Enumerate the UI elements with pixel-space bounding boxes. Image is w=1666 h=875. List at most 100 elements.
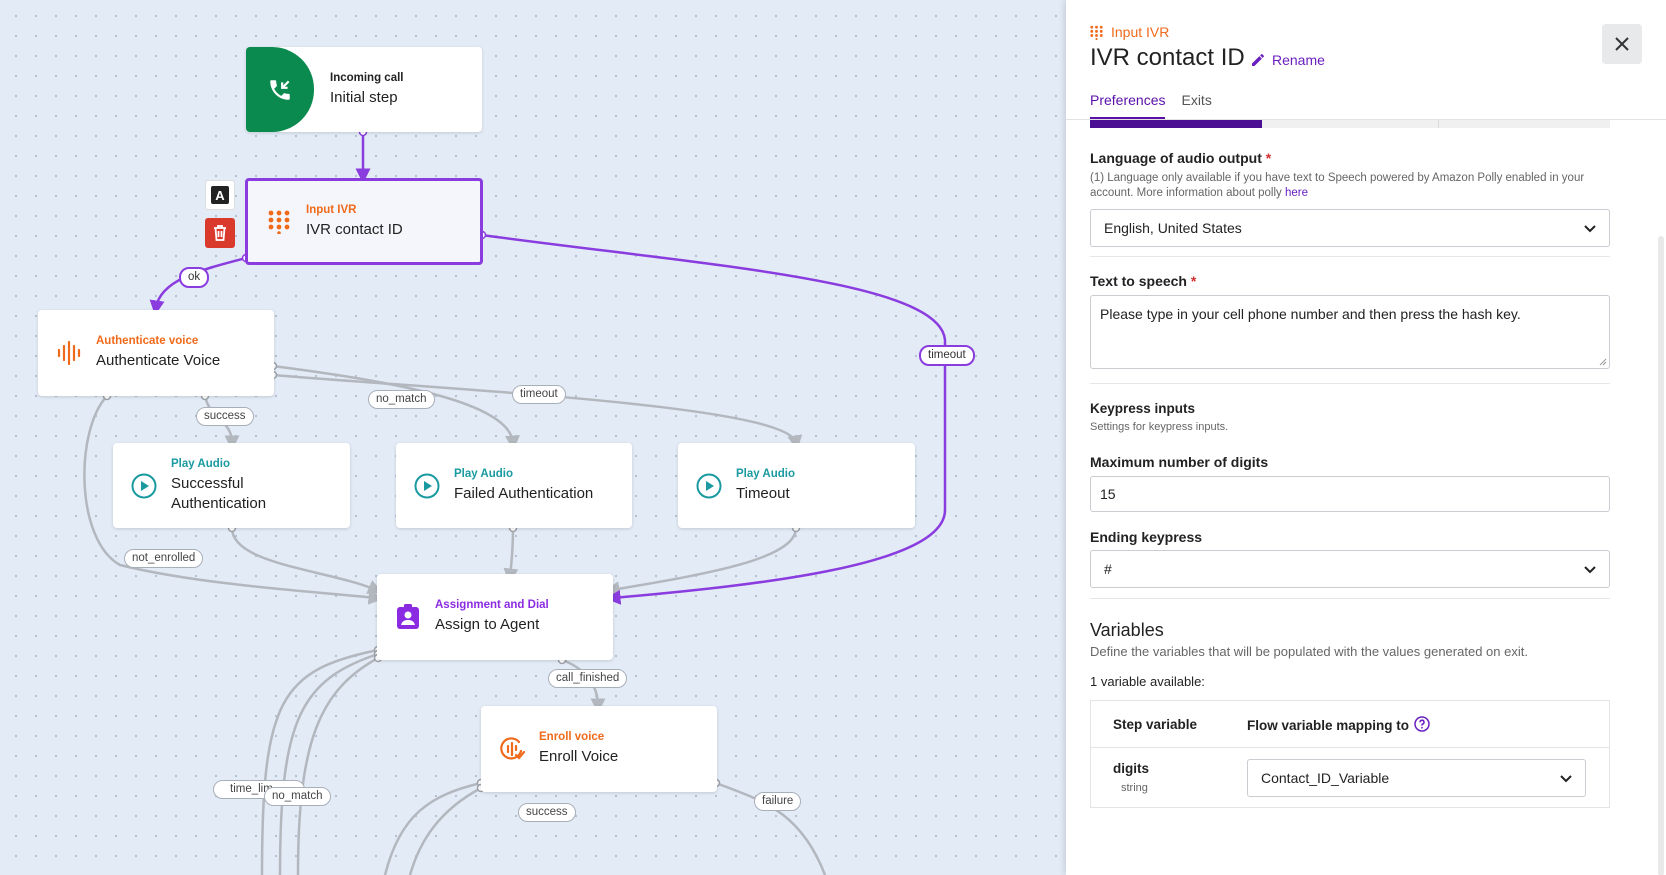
language-select[interactable]: English, United States — [1090, 209, 1610, 247]
node-assignment-dial[interactable]: Assignment and Dial Assign to Agent — [377, 574, 613, 660]
edge-label-timeout-auth[interactable]: timeout — [512, 385, 566, 404]
node-type-label: Assignment and Dial — [435, 599, 549, 611]
node-name-label: Assign to Agent — [435, 616, 540, 633]
variables-help: Define the variables that will be popula… — [1090, 644, 1528, 659]
edge-play2-assign — [503, 527, 519, 584]
close-panel-button[interactable] — [1602, 24, 1642, 64]
step-settings-panel: Input IVR IVR contact ID Rename Preferen… — [1066, 0, 1666, 875]
flow-canvas[interactable]: Incoming call Initial step A Input IVR I… — [0, 0, 1066, 875]
play-circle-icon — [131, 473, 157, 499]
node-name-label: Failed Authentication — [454, 484, 594, 502]
edge-label-call-finished[interactable]: call_finished — [548, 669, 628, 688]
flow-variable-value: Contact_ID_Variable — [1261, 770, 1390, 786]
panel-tabs: Preferences Exits — [1090, 92, 1228, 119]
node-name-label: Authenticate Voice — [96, 352, 221, 369]
ending-keypress-select[interactable]: # — [1090, 550, 1610, 588]
incoming-call-icon — [270, 79, 290, 100]
delete-node-button[interactable] — [205, 218, 235, 248]
variables-title: Variables — [1090, 620, 1164, 640]
node-type-label: Play Audio — [736, 467, 795, 480]
edge-ivr-timeout — [481, 233, 947, 605]
edge-label-success[interactable]: success — [196, 407, 254, 426]
node-play-audio-timeout[interactable]: Play Audio Timeout — [678, 443, 915, 528]
node-name-label: Successful Authentication — [171, 474, 267, 512]
language-select-value: English, United States — [1104, 220, 1242, 236]
language-label: Language of audio output * — [1090, 150, 1272, 166]
panel-scrollbar[interactable] — [1658, 236, 1664, 875]
edge-assign-down-3 — [296, 656, 379, 875]
node-enroll-voice[interactable]: Enroll voice Enroll Voice — [481, 706, 717, 792]
polly-info-link[interactable]: here — [1285, 187, 1308, 199]
node-play-audio-success[interactable]: Play Audio Successful Authentication — [113, 443, 350, 528]
edge-play1-assign — [230, 527, 383, 594]
edge-label-no-match[interactable]: no_match — [368, 390, 435, 409]
agent-badge-icon — [395, 604, 421, 630]
letter-a-icon: A — [211, 186, 229, 204]
chevron-down-icon — [1560, 775, 1572, 783]
node-type-label: Input IVR — [306, 203, 357, 216]
tab-preferences[interactable]: Preferences — [1090, 92, 1166, 119]
ending-keypress-value: # — [1104, 561, 1112, 577]
progress-fill — [1090, 120, 1262, 128]
edge-label-success-2[interactable]: success — [518, 803, 576, 822]
node-type-label: Enroll voice — [539, 731, 605, 743]
step-progress-bar — [1090, 120, 1610, 128]
tts-textarea[interactable]: Please type in your cell phone number an… — [1090, 295, 1610, 369]
max-digits-label: Maximum number of digits — [1090, 454, 1269, 470]
variables-count: 1 variable available: — [1090, 674, 1205, 689]
edge-enroll-down-2 — [408, 786, 482, 875]
play-circle-icon — [414, 473, 440, 499]
help-circle-icon[interactable] — [1414, 715, 1430, 732]
keypress-help: Settings for keypress inputs. — [1090, 421, 1229, 433]
tts-label: Text to speech * — [1090, 273, 1197, 289]
dialpad-icon — [1090, 25, 1103, 40]
variable-type: string — [1121, 782, 1148, 794]
flow-variable-select[interactable]: Contact_ID_Variable — [1247, 759, 1586, 797]
chevron-down-icon — [1584, 225, 1596, 233]
edge-label-no-match-2[interactable]: no_match — [264, 787, 331, 806]
variables-table: Step variable Flow variable mapping to d… — [1090, 700, 1610, 808]
edge-label-failure[interactable]: failure — [754, 792, 802, 811]
edge-label-ok[interactable]: ok — [179, 267, 210, 288]
node-input-ivr[interactable]: Input IVR IVR contact ID — [245, 178, 483, 265]
voice-wave-icon — [56, 340, 82, 366]
variable-name: digits — [1113, 761, 1149, 776]
panel-step-type-label: Input IVR — [1111, 24, 1170, 40]
panel-title: IVR contact ID — [1090, 44, 1245, 71]
chevron-down-icon — [1584, 566, 1596, 574]
node-type-label: Play Audio — [454, 467, 513, 480]
rename-label: Rename — [1272, 52, 1325, 68]
tab-exits[interactable]: Exits — [1181, 92, 1211, 119]
edge-label-not-enrolled[interactable]: not_enrolled — [124, 549, 204, 568]
col-flow-variable: Flow variable mapping to — [1247, 715, 1430, 733]
node-name-label: Enroll Voice — [539, 748, 619, 765]
text-format-button[interactable]: A — [205, 180, 235, 210]
node-authenticate-voice[interactable]: Authenticate voice Authenticate Voice — [38, 310, 274, 396]
node-type-label: Authenticate voice — [96, 335, 199, 347]
close-icon — [1615, 37, 1629, 51]
language-help: (1) Language only available if you have … — [1090, 172, 1585, 199]
trash-icon — [214, 225, 226, 241]
resize-handle-icon — [1599, 358, 1607, 366]
max-digits-value: 15 — [1100, 486, 1116, 502]
pencil-icon — [1252, 54, 1264, 66]
col-step-variable: Step variable — [1113, 717, 1198, 732]
node-name-label: Initial step — [330, 88, 398, 106]
ending-keypress-label: Ending keypress — [1090, 529, 1203, 545]
play-circle-icon — [696, 473, 722, 499]
node-incoming-call[interactable]: Incoming call Initial step — [246, 47, 482, 132]
node-name-label: IVR contact ID — [306, 220, 403, 238]
panel-step-type: Input IVR — [1090, 24, 1169, 40]
edge-label-timeout-ivr[interactable]: timeout — [919, 345, 975, 366]
max-digits-input[interactable]: 15 — [1090, 476, 1610, 512]
voice-enroll-icon — [499, 736, 525, 762]
rename-button[interactable]: Rename — [1250, 52, 1325, 68]
tts-value: Please type in your cell phone number an… — [1100, 306, 1521, 322]
node-type-label: Play Audio — [171, 457, 230, 470]
incoming-call-icon-block — [246, 47, 314, 132]
node-play-audio-failed[interactable]: Play Audio Failed Authentication — [396, 443, 632, 528]
node-name-label: Timeout — [736, 484, 790, 502]
node-type-label: Incoming call — [330, 71, 404, 84]
dialpad-icon — [266, 209, 292, 235]
keypress-title: Keypress inputs — [1090, 401, 1196, 416]
